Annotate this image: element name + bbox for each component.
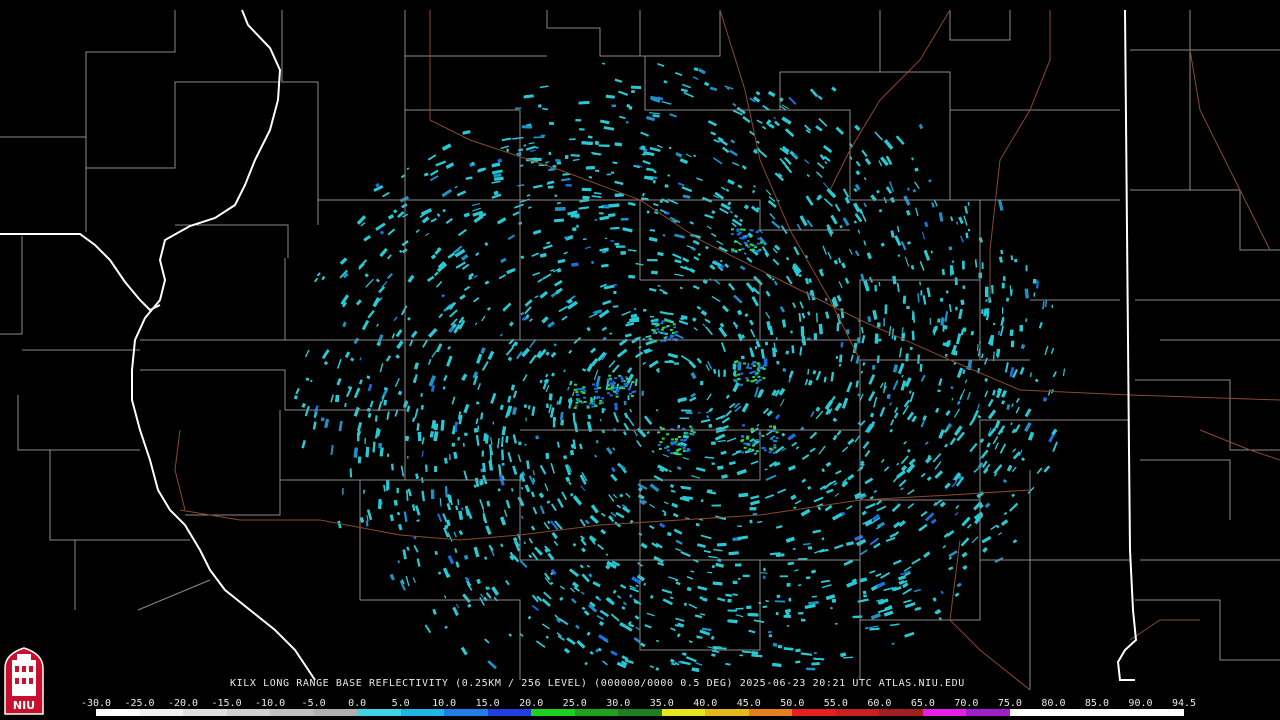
scale-label: 30.0 xyxy=(606,698,631,709)
color-scale-labels: -30.0 -25.0 -20.0 -15.0 -10.0 -5.0 0.0 5.0 10.0 1… xyxy=(81,698,1202,709)
scale-swatch xyxy=(1140,709,1184,716)
scale-swatch xyxy=(792,709,836,716)
scale-label: 5.0 xyxy=(391,698,410,709)
scale-label: 20.0 xyxy=(519,698,544,709)
scale-swatch xyxy=(183,709,227,716)
logo-text: NIU xyxy=(13,699,35,712)
scale-label: 40.0 xyxy=(693,698,718,709)
scale-swatch xyxy=(661,709,706,716)
scale-swatch xyxy=(444,709,488,716)
scale-swatch xyxy=(966,709,1010,716)
scale-label: 35.0 xyxy=(649,698,674,709)
scale-label: -10.0 xyxy=(255,698,286,709)
scale-swatch xyxy=(1053,709,1097,716)
scale-swatch xyxy=(531,709,575,716)
scale-label: 50.0 xyxy=(780,698,805,709)
scale-swatch xyxy=(226,709,271,716)
scale-swatch xyxy=(139,709,184,716)
scale-label: 15.0 xyxy=(475,698,500,709)
scale-swatch xyxy=(487,709,532,716)
scale-swatch xyxy=(96,709,140,716)
color-scale-bar xyxy=(96,709,1184,716)
scale-label: -15.0 xyxy=(211,698,242,709)
scale-swatch xyxy=(574,709,619,716)
scale-swatch xyxy=(705,709,749,716)
scale-swatch xyxy=(748,709,793,716)
scale-label: 25.0 xyxy=(562,698,587,709)
scale-label: 94.5 xyxy=(1171,698,1197,709)
scale-swatch xyxy=(618,709,662,716)
scale-swatch xyxy=(400,709,445,716)
scale-label: 85.0 xyxy=(1084,698,1109,709)
scale-label: 0.0 xyxy=(348,698,367,709)
scale-label: -20.0 xyxy=(167,698,199,709)
scale-label: 80.0 xyxy=(1041,698,1066,709)
scale-label: 45.0 xyxy=(736,698,761,709)
scale-swatch xyxy=(357,709,401,716)
scale-label: -5.0 xyxy=(301,698,326,709)
scale-swatch xyxy=(1009,709,1054,716)
scale-label: 75.0 xyxy=(997,698,1022,709)
scale-label: -30.0 xyxy=(80,698,112,709)
scale-label: 60.0 xyxy=(867,698,892,709)
scale-swatch xyxy=(1096,709,1141,716)
scale-swatch xyxy=(922,709,967,716)
product-caption: KILX LONG RANGE BASE REFLECTIVITY (0.25K… xyxy=(230,678,965,689)
scale-label: -25.0 xyxy=(124,698,155,709)
scale-swatch xyxy=(879,709,923,716)
radar-map[interactable] xyxy=(0,0,1280,720)
scale-label: 70.0 xyxy=(954,698,979,709)
scale-swatch xyxy=(313,709,358,716)
radar-site-marker xyxy=(672,378,684,390)
scale-label: 65.0 xyxy=(910,698,935,709)
scale-label: 90.0 xyxy=(1128,698,1153,709)
scale-swatch xyxy=(270,709,314,716)
scale-label: 55.0 xyxy=(823,698,848,709)
scale-label: 10.0 xyxy=(432,698,457,709)
niu-logo: NIU xyxy=(4,647,44,715)
scale-swatch xyxy=(835,709,880,716)
